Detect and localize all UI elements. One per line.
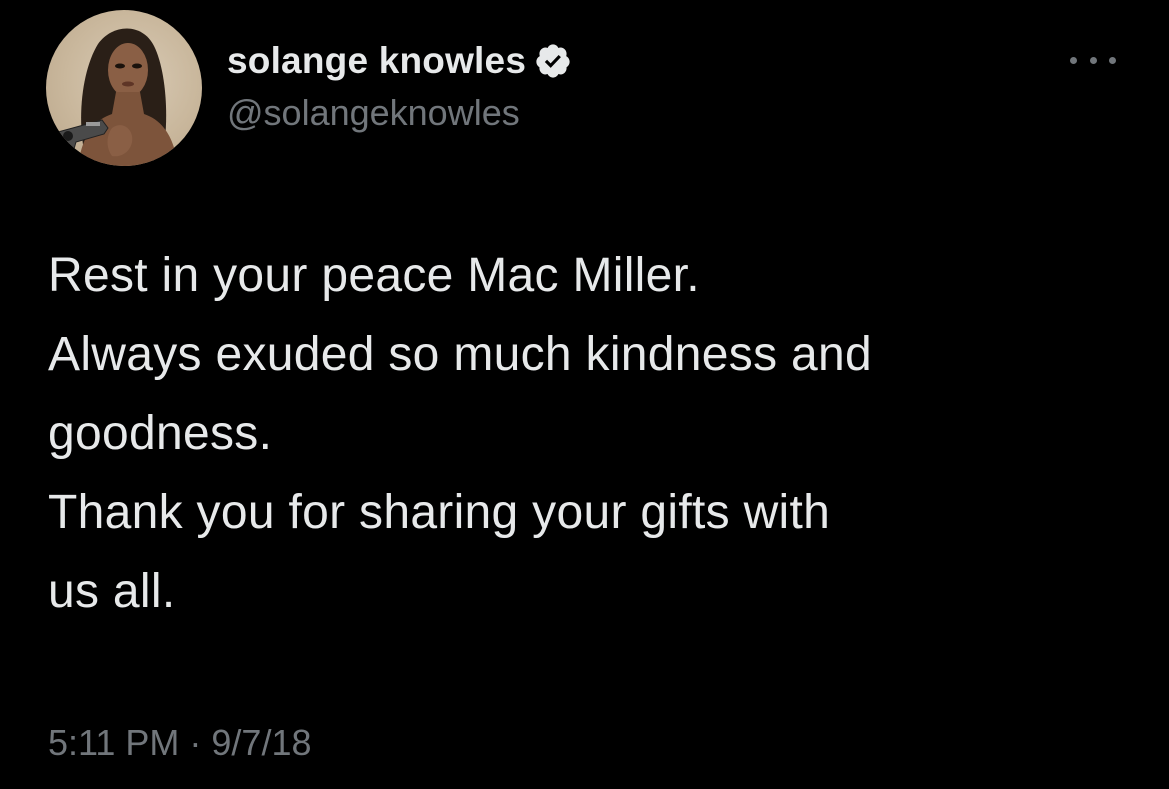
author-name-row[interactable]: solange knowles [227,38,572,84]
tweet-text-line: us all. [48,565,176,618]
tweet-time[interactable]: 5:11 PM [48,722,179,763]
tweet-text: Rest in your peace Mac Miller. Always ex… [48,236,1138,631]
author-handle[interactable]: @solangeknowles [227,92,520,134]
author-display-name[interactable]: solange knowles [227,40,526,82]
verified-badge-icon [534,42,572,80]
more-dot [1109,56,1116,64]
tweet-card: solange knowles @solangeknowles Rest in … [0,0,1169,789]
avatar-portrait-image [57,28,178,166]
more-dot [1089,56,1097,64]
timestamp-separator: · [179,722,212,763]
tweet-text-line: Thank you for sharing your gifts with [48,486,831,539]
tweet-date[interactable]: 9/7/18 [211,722,311,763]
avatar[interactable] [46,10,202,166]
tweet-text-line: Rest in your peace Mac Miller. [48,249,700,302]
tweet-timestamp[interactable]: 5:11 PM · 9/7/18 [48,722,312,764]
tweet-text-line: goodness. [48,407,273,460]
more-horizontal-icon[interactable] [1070,50,1116,70]
tweet-text-line: Always exuded so much kindness and [48,328,872,381]
more-dot [1070,56,1077,64]
